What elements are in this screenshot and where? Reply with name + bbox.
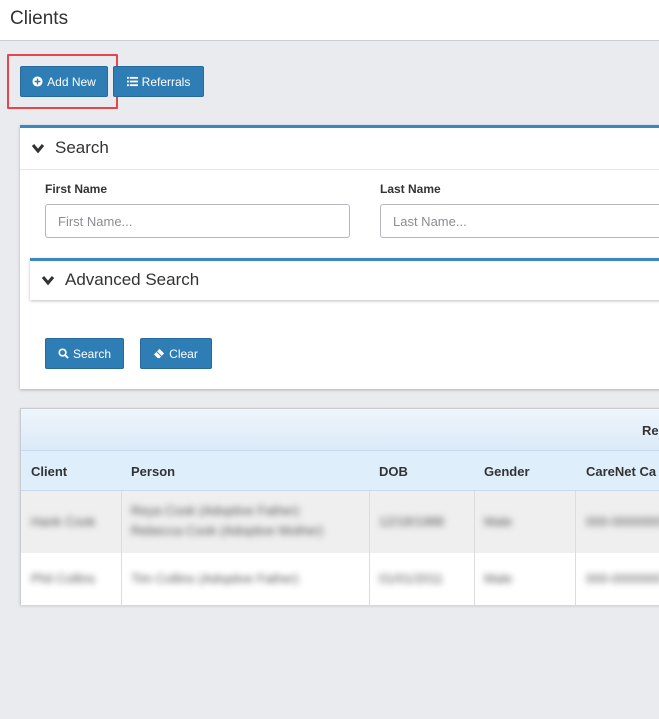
referrals-label: Referrals [141,74,191,89]
table-row[interactable]: Phil Collins Tim Collins (Adoptive Fathe… [21,553,659,605]
last-name-label: Last Name [380,182,441,196]
cell-gender: Male [484,514,513,529]
advanced-search-panel: Advanced Search [30,258,659,300]
cell-person: Reya Cook (Adoptive Father) [131,503,300,518]
column-divider [474,491,475,605]
column-header-client[interactable]: Client [31,464,67,479]
referrals-button[interactable]: Referrals [113,66,204,97]
table-toolbar-text: Re [642,423,659,438]
table-toolbar: Re [21,409,659,451]
cell-client: Hank Cook [31,514,96,529]
top-bar: Clients [0,0,659,41]
table-row[interactable]: Hank Cook Reya Cook (Adoptive Father) Re… [21,491,659,553]
clear-button-label: Clear [169,346,198,361]
add-new-label: Add New [47,74,96,89]
cell-carenet: 000-0000000 [586,514,659,529]
plus-circle-icon [32,76,43,87]
divider [20,169,659,170]
first-name-label: First Name [45,182,108,196]
table-header: Client Person DOB Gender CareNet Ca [21,451,659,491]
column-divider [575,491,576,605]
clear-button[interactable]: Clear [140,338,212,369]
column-header-person[interactable]: Person [131,464,175,479]
cell-person: Rebecca Cook (Adoptive Mother) [131,523,324,538]
column-header-gender[interactable]: Gender [484,464,530,479]
search-button-label: Search [72,346,112,361]
page-title: Clients [10,8,69,29]
column-divider [121,491,122,605]
cell-dob: 12/18/1988 [379,514,445,529]
column-divider [369,491,370,605]
add-new-button[interactable]: Add New [20,66,108,97]
advanced-search-title: Advanced Search [65,270,200,289]
clients-table: Re Client Person DOB Gender CareNet Ca H… [20,408,659,605]
search-panel-header[interactable]: Search [31,138,109,158]
cell-dob: 01/01/2011 [379,571,444,586]
chevron-down-icon [31,144,45,154]
column-header-dob[interactable]: DOB [379,464,408,479]
search-button[interactable]: Search [45,338,124,369]
cell-client: Phil Collins [31,571,96,586]
list-icon [126,76,138,87]
chevron-down-icon [41,276,55,286]
advanced-search-header[interactable]: Advanced Search [41,270,199,290]
search-panel: Search First Name Last Name Advanced Sea… [20,125,659,389]
search-panel-title: Search [55,138,109,157]
search-icon [58,348,69,359]
cell-person: Tim Collins (Adoptive Father) [131,571,299,586]
eraser-icon [154,348,165,359]
last-name-field[interactable] [380,204,659,238]
first-name-field[interactable] [45,204,350,238]
cell-gender: Male [484,571,513,586]
column-header-carenet[interactable]: CareNet Ca [586,464,656,479]
cell-carenet: 000-0000000 [586,571,659,586]
